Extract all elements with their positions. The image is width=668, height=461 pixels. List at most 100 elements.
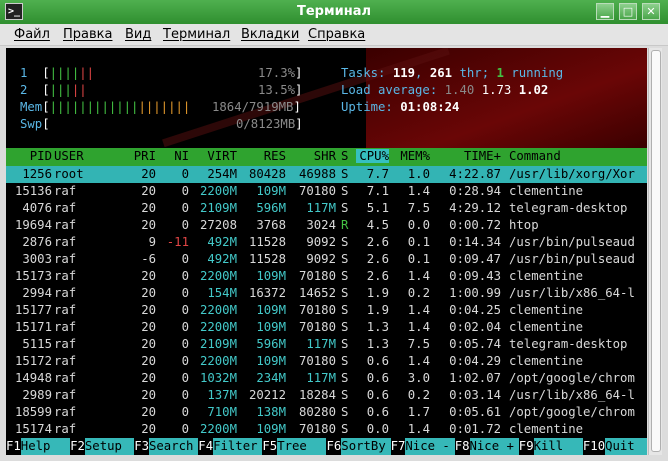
fkey-label-f5[interactable]: Tree xyxy=(277,438,327,455)
col-pri[interactable]: PRI xyxy=(114,149,156,163)
fkey-f2[interactable]: F2 xyxy=(70,438,85,455)
col-user[interactable]: USER xyxy=(54,149,84,163)
menu-help[interactable]: Справка xyxy=(308,27,365,42)
cell-user: root xyxy=(54,167,84,181)
col-state[interactable]: S xyxy=(341,149,348,163)
table-row[interactable]: 1256 root 20 0 254M 80428 46988 S 7.7 1.0 4:22.87 /… xyxy=(6,166,647,183)
window-titlebar[interactable]: >_ Терминал ▁ □ ✕ xyxy=(0,0,668,24)
cell-shr: 70180 xyxy=(298,422,336,436)
table-row[interactable]: 15171 raf 20 0 2200M 109M 70180 S 1.3 1.4 0:02.04 c… xyxy=(6,319,647,336)
cell-virt: 2200M xyxy=(199,269,237,283)
table-row[interactable]: 15173 raf 20 0 2200M 109M 70180 S 2.6 1.4 0:09.43 c… xyxy=(6,268,647,285)
terminal-area[interactable]: 1 [|||||| 17.3%] 2 [||||| 13.5%] Mem[|||… xyxy=(6,48,647,455)
uptime-info: Uptime: 01:08:24 xyxy=(341,100,460,114)
fkey-f3[interactable]: F3 xyxy=(134,438,149,455)
cell-s: S xyxy=(341,405,349,419)
cell-cmd: telegram-desktop xyxy=(509,201,628,215)
col-virt[interactable]: VIRT xyxy=(192,149,237,163)
fkey-label-f9[interactable]: Kill xyxy=(533,438,583,455)
cell-pri: 20 xyxy=(141,218,156,232)
fkey-f8[interactable]: F8 xyxy=(455,438,470,455)
cell-mem: 1.4 xyxy=(407,422,430,436)
table-row[interactable]: 19694 raf 20 0 27208 3768 3024 R 4.5 0.0 0:00.72 ht… xyxy=(6,217,647,234)
col-time[interactable]: TIME+ xyxy=(438,149,501,163)
fkey-label-f2[interactable]: Setup xyxy=(84,438,135,455)
cell-cpu: 0.6 xyxy=(366,388,389,402)
fkey-label-f6[interactable]: SortBy xyxy=(341,438,391,455)
table-row[interactable]: 2989 raf 20 0 137M 20212 18284 S 0.6 0.2 0:03.14/u… xyxy=(6,387,647,404)
cell-pid: 5115 xyxy=(22,337,52,351)
scrollbar-thumb[interactable] xyxy=(651,50,661,452)
table-row[interactable]: 15177 raf 20 0 2200M 109M 70180 S 1.9 1.4 0:04.25 c… xyxy=(6,302,647,319)
cell-shr: 70180 xyxy=(298,303,336,317)
maximize-button[interactable]: □ xyxy=(619,3,637,20)
table-row[interactable]: 4076 raf 20 0 2109M 596M 117M S 5.1 7.5 4:29.12 tel… xyxy=(6,200,647,217)
close-button[interactable]: ✕ xyxy=(642,3,660,20)
table-row[interactable]: 15172 raf 20 0 2200M 109M 70180 S 0.6 1.4 0:04.29 c… xyxy=(6,353,647,370)
cell-mem: 1.4 xyxy=(407,354,430,368)
col-pid[interactable]: PID xyxy=(6,149,52,163)
table-row[interactable]: 18599 raf 20 0 710M 138M 80280 S 0.6 1.7 0:05.61/o… xyxy=(6,404,647,421)
fkey-f5[interactable]: F5 xyxy=(262,438,277,455)
swp-value: 0/8123MB] xyxy=(236,117,303,131)
cell-pid: 1256 xyxy=(22,167,52,181)
cell-time: 1:02.07 xyxy=(449,371,501,385)
col-res[interactable]: RES xyxy=(238,149,286,163)
col-cpu[interactable]: CPU% xyxy=(356,149,389,163)
cell-ni: 0 xyxy=(181,286,189,300)
col-command[interactable]: Command xyxy=(509,149,647,163)
col-shr[interactable]: SHR xyxy=(288,149,336,163)
cell-cmd: htop xyxy=(509,218,539,232)
table-row[interactable]: 5115 raf 20 0 2109M 596M 117M S 1.3 7.5 0:05.74 tel… xyxy=(6,336,647,353)
fkey-label-f7[interactable]: Nice - xyxy=(405,438,455,455)
cell-shr: 9092 xyxy=(306,235,336,249)
cell-pid: 15173 xyxy=(14,269,52,283)
cell-virt: 2200M xyxy=(199,320,237,334)
scrollbar[interactable] xyxy=(648,48,662,455)
menu-file[interactable]: Файл xyxy=(14,27,50,42)
cell-mem: 7.5 xyxy=(407,201,430,215)
menu-edit[interactable]: Правка xyxy=(63,27,112,42)
fkey-f10[interactable]: F10 xyxy=(583,438,605,455)
fkey-f4[interactable]: F4 xyxy=(198,438,213,455)
table-row[interactable]: 15174 raf 20 0 2200M 109M 70180 S 0.0 1.4 0:01.72 c… xyxy=(6,421,647,438)
cell-user: raf xyxy=(54,337,77,351)
cell-pri: 20 xyxy=(141,303,156,317)
cell-user: raf xyxy=(54,218,77,232)
fkey-f7[interactable]: F7 xyxy=(391,438,406,455)
fkey-f1[interactable]: F1 xyxy=(6,438,21,455)
fkey-label-f1[interactable]: Help xyxy=(20,438,71,455)
fkey-label-f8[interactable]: Nice + xyxy=(469,438,519,455)
cell-cpu: 1.3 xyxy=(366,320,389,334)
fkey-label-f3[interactable]: Search xyxy=(149,438,199,455)
cell-pid: 15136 xyxy=(14,184,52,198)
cell-s: S xyxy=(341,286,349,300)
table-row[interactable]: 3003 raf -6 0 492M 11528 9092 S 2.6 0.1 0:09.47/us… xyxy=(6,251,647,268)
fkey-label-f4[interactable]: Filter xyxy=(213,438,263,455)
menu-terminal[interactable]: Терминал xyxy=(163,27,230,42)
cell-virt: 2200M xyxy=(199,303,237,317)
cell-cmd: /usr/lib/x86_64-l xyxy=(509,388,635,402)
cell-shr: 117M xyxy=(306,201,336,215)
table-row[interactable]: 2876 raf 9 -11 492M 11528 9092 S 2.6 0.1 0:14.34/u… xyxy=(6,234,647,251)
table-row[interactable]: 2994 raf 20 0 154M 16372 14652 S 1.9 0.2 1:00.99/u… xyxy=(6,285,647,302)
menu-view[interactable]: Вид xyxy=(125,27,151,42)
cell-pri: 20 xyxy=(141,422,156,436)
col-mem[interactable]: MEM% xyxy=(394,149,430,163)
fkey-f9[interactable]: F9 xyxy=(519,438,534,455)
swp-meter: Swp[ xyxy=(20,117,50,131)
fkey-label-f10[interactable]: Quit xyxy=(605,438,647,455)
cell-user: raf xyxy=(54,354,77,368)
cell-virt: 2200M xyxy=(199,354,237,368)
table-row[interactable]: 14948 raf 20 0 1032M 234M 117M S 0.6 3.0 1:02.07/o… xyxy=(6,370,647,387)
cell-s: S xyxy=(341,269,349,283)
cell-res: 3768 xyxy=(256,218,286,232)
cpu1-meter: 1 [|||||| xyxy=(20,66,95,80)
minimize-button[interactable]: ▁ xyxy=(596,3,614,20)
menu-tabs[interactable]: Вкладки xyxy=(241,27,299,42)
cell-ni: 0 xyxy=(181,354,189,368)
cell-shr: 70180 xyxy=(298,320,336,334)
col-ni[interactable]: NI xyxy=(156,149,189,163)
fkey-f6[interactable]: F6 xyxy=(327,438,342,455)
table-row[interactable]: 15136 raf 20 0 2200M 109M 70180 S 7.1 1.4 0:28.94 c… xyxy=(6,183,647,200)
